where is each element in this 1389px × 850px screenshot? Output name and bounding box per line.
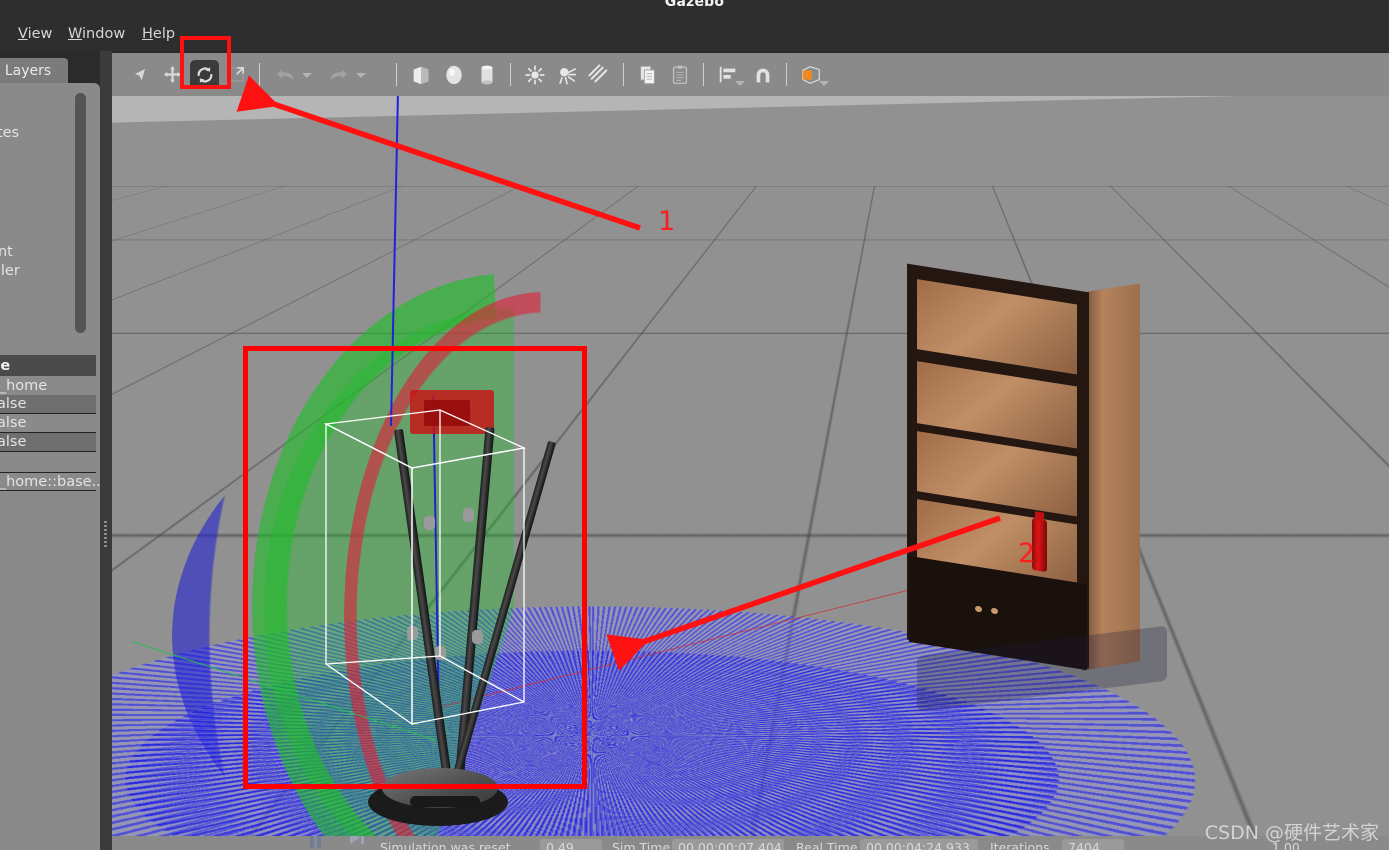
bookshelf-shelf-1 [917, 279, 1077, 374]
redo-dropdown-icon[interactable] [356, 73, 366, 78]
view-angle-dropdown-icon[interactable] [819, 81, 829, 86]
toolbar-separator-2 [396, 63, 397, 86]
menu-item-window-label: indow [82, 26, 125, 42]
window-title: Gazebo [0, 0, 1389, 10]
toolbar-separator-1 [259, 63, 260, 86]
annotation-number-1: 1 [658, 206, 675, 237]
point-light-icon [524, 64, 546, 86]
table-row[interactable]: False [0, 433, 96, 452]
model-tree: ates rint oller [0, 83, 100, 353]
sim-time-label: Sim Time [612, 840, 670, 850]
table-row[interactable]: False [0, 414, 96, 433]
paste-icon [669, 64, 691, 86]
render-viewport[interactable] [112, 96, 1389, 836]
menu-item-window[interactable]: Window [62, 24, 131, 44]
tab-layers-label: Layers [5, 63, 51, 79]
toolbar-separator-4 [623, 63, 624, 86]
spot-light-button[interactable] [552, 60, 581, 89]
copy-button[interactable] [633, 60, 662, 89]
tree-row-1[interactable]: rint [0, 244, 13, 260]
menu-item-view-label: iew [28, 26, 53, 42]
undo-button[interactable] [270, 60, 299, 89]
annotation-selection-rect [243, 346, 587, 789]
select-arrow-button[interactable] [126, 60, 155, 89]
redo-button[interactable] [324, 60, 353, 89]
table-row[interactable]: o_home [0, 376, 96, 395]
model-tree-scrollbar[interactable] [75, 93, 86, 333]
iterations-field: 7404 [1062, 839, 1124, 850]
cylinder-button[interactable] [472, 60, 501, 89]
real-time-label: Real Time [796, 840, 858, 850]
table-row[interactable]: o_home::base... [0, 472, 96, 491]
real-time-factor-field: 0.49 [540, 839, 602, 850]
status-label: Simulation was reset [380, 840, 511, 850]
watermark-text: CSDN @硬件艺术家 [1205, 818, 1379, 845]
directional-light-button[interactable] [584, 60, 613, 89]
pause-icon[interactable] [308, 836, 324, 850]
spot-light-icon [556, 64, 578, 86]
robot-base-slot [410, 796, 480, 807]
panel-splitter[interactable] [100, 51, 112, 850]
undo-icon [275, 66, 295, 84]
bookshelf-knob-left [975, 605, 982, 612]
edit-toolbar [112, 53, 1389, 96]
bookshelf-model[interactable] [907, 278, 1139, 682]
snap-icon [752, 64, 774, 86]
menu-item-view[interactable]: View [12, 24, 58, 44]
left-panel-tabstrip: Layers [0, 58, 100, 84]
toolbar-separator-5 [703, 63, 704, 86]
iterations-label: Iterations [990, 840, 1050, 850]
copy-icon [637, 64, 659, 86]
toolbar-separator-6 [786, 63, 787, 86]
tree-row-0[interactable]: ates [0, 125, 19, 141]
undo-dropdown-icon[interactable] [302, 73, 312, 78]
sphere-icon [443, 64, 465, 86]
annotation-number-2: 2 [1018, 538, 1035, 569]
paste-button[interactable] [665, 60, 694, 89]
toolbar-separator-3 [510, 63, 511, 86]
left-panel: ates rint oller ue o_home False False Fa… [0, 83, 100, 850]
title-bar: Gazebo [0, 0, 1389, 18]
sim-time-field: 00 00:00:07.404 [672, 839, 784, 850]
real-time-field: 00 00:04:24.933 [860, 839, 978, 850]
menu-item-help-label: elp [153, 26, 175, 42]
point-light-button[interactable] [520, 60, 549, 89]
align-dropdown-icon[interactable] [735, 81, 745, 86]
select-arrow-icon [132, 66, 150, 84]
sphere-button[interactable] [439, 60, 468, 89]
redo-icon [329, 66, 349, 84]
tab-layers[interactable]: Layers [0, 58, 68, 83]
directional-light-icon [588, 64, 610, 86]
tree-row-2[interactable]: oller [0, 263, 20, 279]
fire-extinguisher-cap [1035, 511, 1044, 521]
snap-button[interactable] [748, 60, 777, 89]
table-row[interactable]: False [0, 395, 96, 414]
gazebo-window: Gazebo View Window Help Layers ates rint… [0, 0, 1389, 850]
box-icon [410, 64, 432, 86]
menu-item-help[interactable]: Help [136, 24, 181, 44]
annotation-tool-highlight [180, 36, 231, 89]
splitter-grip-icon [104, 521, 107, 547]
property-table-header: ue [0, 355, 96, 376]
step-icon[interactable] [348, 836, 368, 850]
cylinder-icon [476, 64, 498, 86]
box-button[interactable] [406, 60, 435, 89]
bookshelf-knob-right [991, 607, 998, 614]
bookshelf-side-panel [1082, 283, 1140, 670]
status-bar: Simulation was reset 0.49 Sim Time 00 00… [112, 836, 1389, 850]
table-row[interactable] [0, 452, 96, 471]
